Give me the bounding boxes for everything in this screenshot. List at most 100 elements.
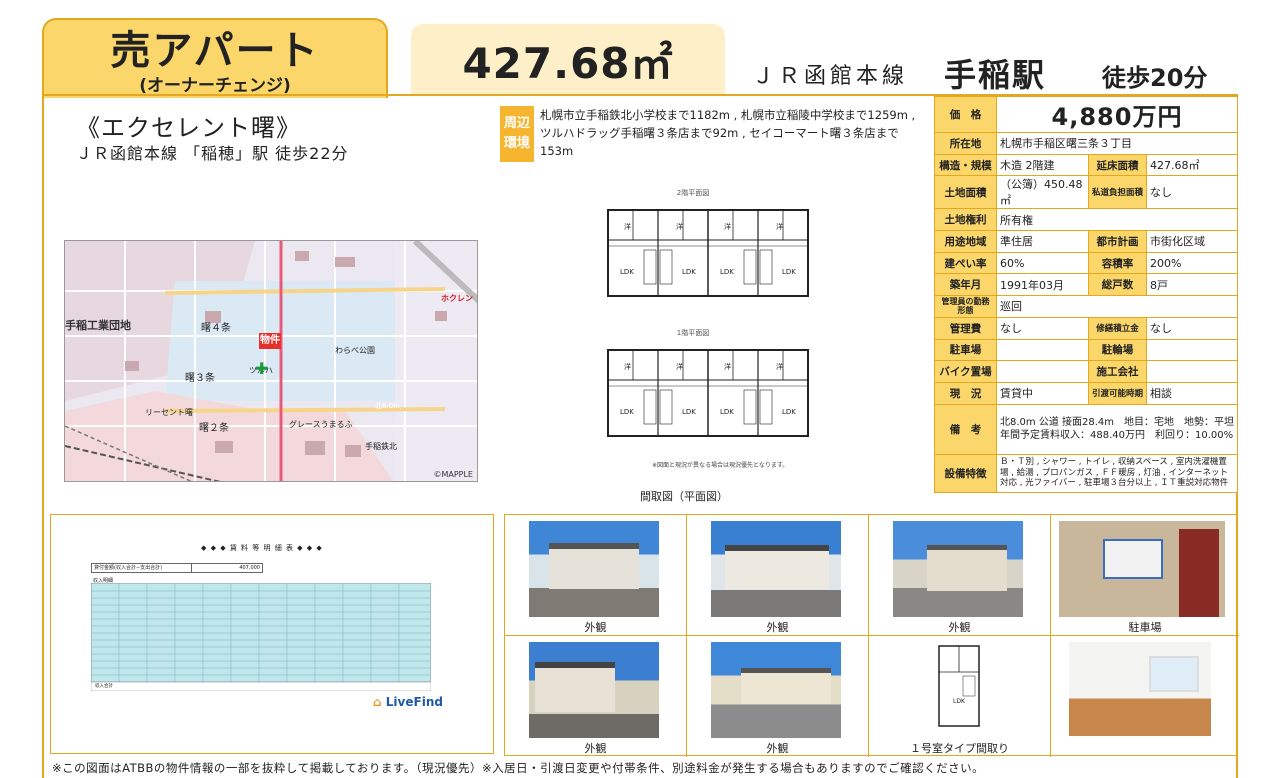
surroundings-label: 周辺環境 [504, 116, 531, 151]
surroundings-tag: 周辺環境 [500, 106, 534, 162]
area-box: 427.68㎡ [411, 24, 725, 96]
spec-value [1146, 360, 1238, 383]
property-name: 《エクセレント曙》 [76, 114, 301, 142]
spec-row: バイク置場 施工会社 [934, 360, 1238, 383]
spec-label: 容積率 [1088, 251, 1147, 275]
photo-caption-7: １号室タイプ間取り [910, 742, 1009, 755]
spec-label: 現 況 [934, 381, 997, 405]
spec-label: 駐輪場 [1088, 338, 1147, 362]
spec-label: 所在地 [934, 132, 997, 155]
fp2-room-ldk-3: LDK [720, 268, 734, 276]
photo-caption-6: 外観 [766, 742, 789, 755]
photo-cell-5: 外観 [505, 636, 687, 757]
map-pharmacy-icon: ✚ [255, 359, 269, 378]
map-property-marker: 物件 [259, 333, 281, 349]
floorplan-2f [604, 206, 814, 306]
fp1-room-yo-4: 洋 [776, 363, 783, 371]
spec-label: 築年月 [934, 273, 997, 297]
spec-label: 修繕積立金 [1088, 316, 1147, 340]
map-label-grace: グレースうまるふ [289, 420, 353, 429]
spec-row: 所在地 札幌市手稲区曙三条３丁目 [934, 132, 1238, 155]
photo-cell-6: 外観 [687, 636, 869, 757]
equipment-value: Ｂ・Ｔ別 , シャワー , トイレ , 収納スペース , 室内洗濯機置場 , 給… [996, 453, 1238, 493]
spec-label: 私道負担面積 [1088, 175, 1147, 210]
photo-cell-8 [1051, 636, 1239, 757]
spec-row: 用途地域 準住居 都市計画 市街化区域 [934, 230, 1238, 253]
fp2-room-ldk-4: LDK [782, 268, 796, 276]
floorplan-1f-title: 1階平面図 [676, 329, 710, 337]
price-row: 価 格 4,880万円 [934, 96, 1238, 133]
equipment-label: 設備特徴 [934, 453, 997, 493]
spec-row: 駐車場 駐輪場 [934, 338, 1238, 362]
spec-value [1146, 338, 1238, 362]
fp1-room-yo-3: 洋 [724, 363, 731, 371]
spec-label: 延床面積 [1088, 153, 1147, 177]
photo-exterior-4 [529, 642, 659, 738]
spec-row: 土地権利 所有権 [934, 208, 1238, 232]
photo-exterior-1 [529, 521, 659, 617]
spec-value: 札幌市手稲区曙三条３丁目 [996, 132, 1238, 155]
spec-value [996, 338, 1089, 362]
photo-exterior-5 [711, 642, 841, 738]
fp1-room-ldk-4: LDK [782, 408, 796, 416]
spec-row: 建ぺい率 60% 容積率 200% [934, 251, 1238, 275]
spec-rows: 所在地 札幌市手稲区曙三条３丁目 構造・規模 木造 2階建 延床面積 427.68㎡ 土地面… [934, 132, 1238, 405]
map-label-road: 北8.0m [375, 402, 400, 410]
map-label-akebono3: 曙３条 [185, 373, 215, 384]
spec-label: 土地権利 [934, 208, 997, 232]
floorplan-2f-title: 2階平面図 [676, 189, 710, 197]
spec-value: 木造 2階建 [996, 153, 1089, 177]
spec-value: 相談 [1146, 381, 1238, 405]
railway-line: ＪＲ函館本線 [752, 64, 909, 89]
spec-value: 賃貸中 [996, 381, 1089, 405]
floorplan-note: ※図面と現況が異なる場合は現況優先となります。 [652, 462, 789, 469]
map-label-recent: リーセント曙 [145, 408, 193, 417]
fp1-room-yo: 洋 [624, 363, 631, 371]
photo-cell-2: 外観 [687, 515, 869, 636]
livefind-logo-text: LiveFind [385, 695, 443, 709]
spec-label: 引渡可能時期 [1088, 381, 1147, 405]
station-name: 手稲駅 [944, 56, 1047, 94]
spec-value: 60% [996, 251, 1089, 275]
fp1-room-ldk-3: LDK [720, 408, 734, 416]
notes-value: 北8.0m 公道 接面28.4m 地目：宅地 地勢：平坦 年間予定賃料収入：48… [996, 403, 1244, 455]
spec-label: 総戸数 [1088, 273, 1147, 297]
livefind-logo: ⌂ LiveFind [373, 695, 443, 709]
fp1-room-ldk-2: LDK [682, 408, 696, 416]
spec-row: 管理費 なし 修繕積立金 なし [934, 316, 1238, 340]
photo-cell-7: LDK １号室タイプ間取り [869, 636, 1051, 757]
photo-caption-2: 外観 [766, 621, 789, 634]
map-label-teine: 手稲鉄北 [365, 442, 397, 451]
photo-parking [1059, 521, 1225, 617]
spec-label: 土地面積 [934, 175, 997, 210]
spec-value [996, 360, 1089, 383]
spec-label: 用途地域 [934, 230, 997, 253]
spec-value: 市街化区域 [1146, 230, 1238, 253]
photo-caption-4: 駐車場 [1128, 621, 1162, 634]
map-label-hokuren: ホクレン [441, 294, 473, 303]
spec-value: なし [996, 316, 1089, 340]
spec-label: 建ぺい率 [934, 251, 997, 275]
floorplan-1f [604, 346, 814, 446]
rent-sum-label: 収入合計 [95, 684, 113, 689]
spec-label: 構造・規模 [934, 153, 997, 177]
spec-row: 管理員の勤務形態 巡回 [934, 295, 1238, 318]
fp1-room-yo-2: 洋 [676, 363, 683, 371]
spec-label: バイク置場 [934, 360, 997, 383]
listing-type: 売アパート [110, 28, 320, 74]
spec-value: 8戸 [1146, 273, 1238, 297]
spec-row: 築年月 1991年03月 総戸数 8戸 [934, 273, 1238, 297]
photo-caption-1: 外観 [584, 621, 607, 634]
map-label-industrial: 手稲工業団地 [65, 319, 131, 332]
spec-row: 土地面積 （公簿）450.48㎡ 私道負担面積 なし [934, 175, 1238, 210]
unit-plan-ldk: LDK [953, 698, 965, 705]
price-value: 4,880万円 [996, 96, 1238, 133]
rent-sheet-panel: ◆ ◆ ◆ 賃 料 等 明 細 表 ◆ ◆ ◆ 貸付金額(収入合計−支出合計) … [50, 514, 494, 754]
photo-exterior-3 [893, 521, 1023, 617]
spec-label: 都市計画 [1088, 230, 1147, 253]
fp2-room-yo-4: 洋 [776, 223, 783, 231]
spec-value: （公簿）450.48㎡ [996, 175, 1089, 210]
walk-time: 徒歩20分 [1102, 64, 1208, 92]
area-value: 427.68㎡ [462, 39, 674, 88]
spec-value: なし [1146, 175, 1238, 210]
